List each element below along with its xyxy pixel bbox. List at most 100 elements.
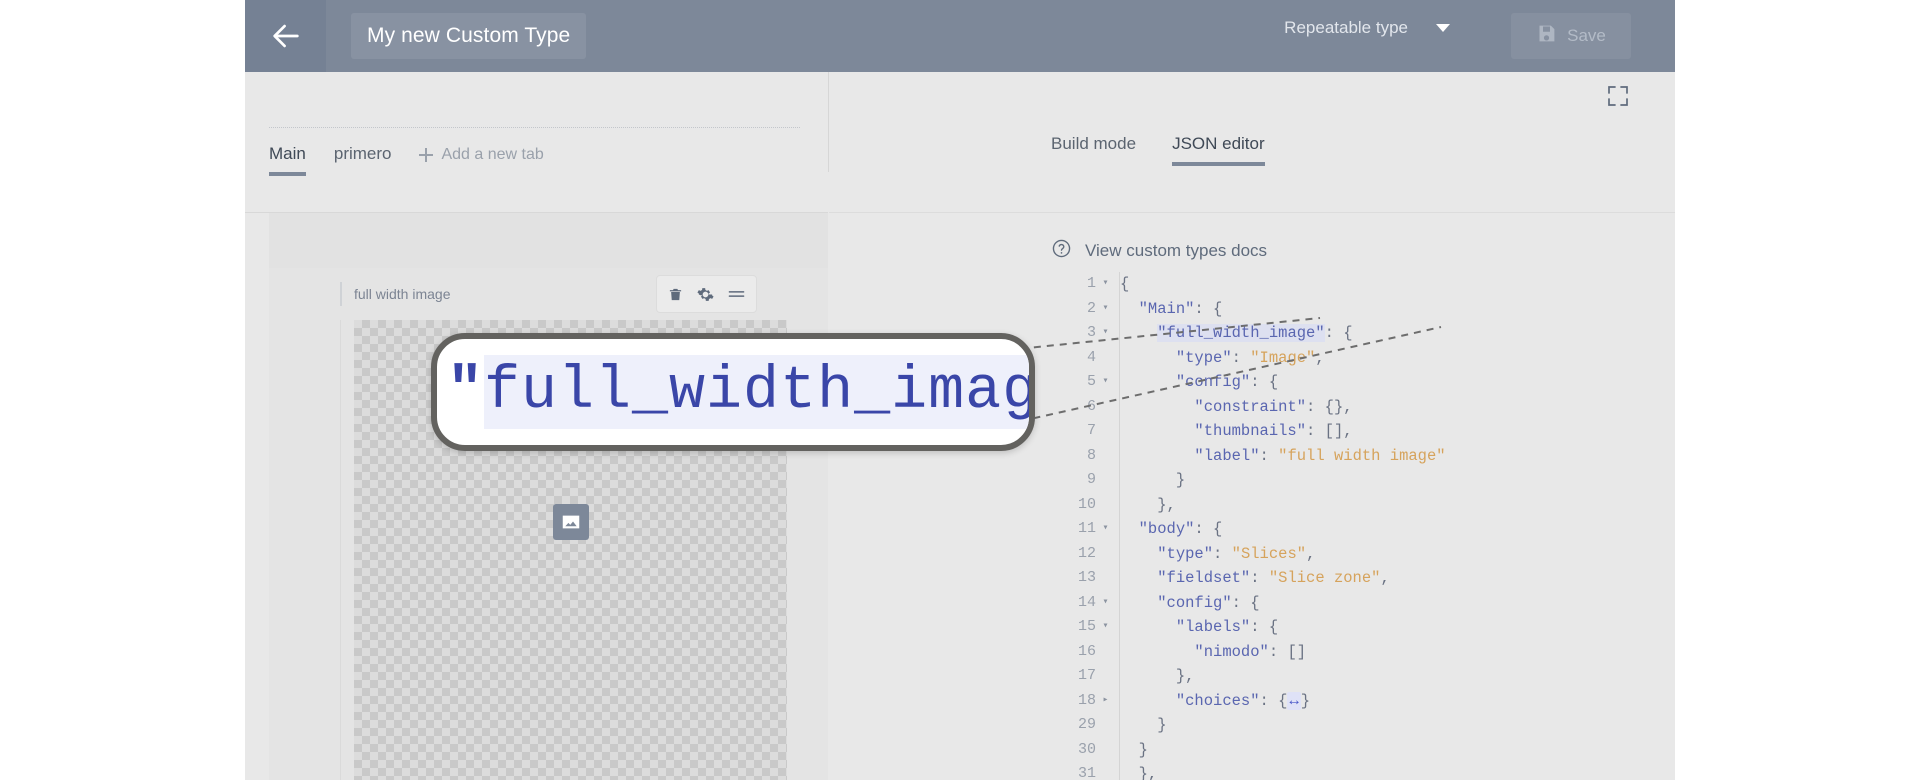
- save-disk-icon: [1536, 23, 1557, 49]
- code-token: : {: [1194, 520, 1222, 538]
- code-token: ↔: [1287, 692, 1300, 710]
- editor-code-line: },: [1120, 493, 1675, 518]
- editor-line-number: 8: [1051, 444, 1119, 469]
- editor-code-line: "nimodo": []: [1120, 640, 1675, 665]
- editor-line-number: 18▸: [1051, 689, 1119, 714]
- fold-expanded-icon[interactable]: ▾: [1099, 517, 1112, 542]
- fold-expanded-icon[interactable]: ▾: [1099, 272, 1112, 297]
- fold-expanded-icon[interactable]: ▾: [1099, 297, 1112, 322]
- code-token: },: [1139, 765, 1158, 780]
- arrow-left-icon: [269, 19, 303, 53]
- code-token: "fieldset": [1157, 569, 1250, 587]
- chevron-down-icon: [1436, 24, 1450, 32]
- code-token: {: [1120, 275, 1129, 293]
- field-label: full width image: [354, 286, 451, 302]
- code-token: "constraint": [1194, 398, 1306, 416]
- code-token: "labels": [1176, 618, 1250, 636]
- fold-collapsed-icon[interactable]: ▸: [1099, 689, 1112, 714]
- editor-code-line: },: [1120, 664, 1675, 689]
- code-token: : {: [1260, 692, 1288, 710]
- callout-field-name: full_width_image: [484, 355, 1035, 429]
- editor-code-line: "body": {: [1120, 517, 1675, 542]
- code-token: "label": [1194, 447, 1259, 465]
- editor-code-line: },: [1120, 762, 1675, 780]
- delete-icon[interactable]: [668, 286, 683, 303]
- back-button[interactable]: [245, 0, 326, 72]
- field-card-rail: [340, 320, 341, 780]
- view-docs-link[interactable]: View custom types docs: [1051, 238, 1267, 264]
- editor-line-number: 4: [1051, 346, 1119, 371]
- fullscreen-expand-icon[interactable]: [1606, 84, 1630, 113]
- code-token: "config": [1157, 594, 1231, 612]
- tab-build-mode[interactable]: Build mode: [1051, 134, 1136, 166]
- code-token: : {: [1232, 594, 1260, 612]
- field-accent-bar: [340, 282, 342, 306]
- right-tabs-underline: [829, 212, 1675, 213]
- editor-line-number: 2▾: [1051, 297, 1119, 322]
- magnifier-callout: "full_width_image": [431, 333, 1035, 451]
- editor-code-line: "constraint": {},: [1120, 395, 1675, 420]
- editor-code-line: "thumbnails": [],: [1120, 419, 1675, 444]
- code-token: },: [1176, 667, 1195, 685]
- editor-code-line: "choices": {↔}: [1120, 689, 1675, 714]
- field-preview-canvas: full width image: [269, 213, 828, 780]
- fold-expanded-icon[interactable]: ▾: [1099, 591, 1112, 616]
- editor-code-line: }: [1120, 713, 1675, 738]
- editor-line-number: 1▾: [1051, 272, 1119, 297]
- editor-code-line: "config": {: [1120, 370, 1675, 395]
- editor-line-number: 13: [1051, 566, 1119, 591]
- editor-code-line: "label": "full width image": [1120, 444, 1675, 469]
- editor-code-area[interactable]: { "Main": { "full_width_image": { "type"…: [1120, 272, 1675, 780]
- field-card-header: full width image: [269, 268, 828, 320]
- tab-json-editor[interactable]: JSON editor: [1172, 134, 1265, 166]
- editor-line-number: 12: [1051, 542, 1119, 567]
- editor-line-number: 31: [1051, 762, 1119, 780]
- json-code-editor[interactable]: 1▾2▾3▾45▾67891011▾121314▾15▾161718▸29303…: [1051, 272, 1675, 780]
- add-new-tab-button[interactable]: Add a new tab: [419, 146, 543, 176]
- save-button[interactable]: Save: [1511, 13, 1631, 59]
- code-token: :: [1250, 569, 1269, 587]
- fold-expanded-icon[interactable]: ▾: [1099, 321, 1112, 346]
- code-token: : [],: [1306, 422, 1353, 440]
- code-token: "type": [1157, 545, 1213, 563]
- drag-handle-icon[interactable]: [728, 288, 745, 300]
- right-tab-bar: Build mode JSON editor: [1051, 134, 1265, 166]
- editor-gutter: 1▾2▾3▾45▾67891011▾121314▾15▾161718▸29303…: [1051, 272, 1120, 780]
- view-docs-label: View custom types docs: [1085, 241, 1267, 261]
- tabs-dotted-rule: [269, 127, 800, 128]
- custom-type-title[interactable]: My new Custom Type: [351, 13, 586, 59]
- editor-line-number: 17: [1051, 664, 1119, 689]
- editor-line-number: 11▾: [1051, 517, 1119, 542]
- field-action-toolbar: [656, 275, 757, 313]
- code-token: ,: [1306, 545, 1315, 563]
- tab-main[interactable]: Main: [269, 144, 306, 176]
- code-token: ,: [1380, 569, 1389, 587]
- fold-expanded-icon[interactable]: ▾: [1099, 615, 1112, 640]
- save-label: Save: [1567, 26, 1606, 46]
- repeatable-type-dropdown[interactable]: Repeatable type: [1284, 18, 1450, 38]
- code-token: "type": [1176, 349, 1232, 367]
- fold-expanded-icon[interactable]: ▾: [1099, 370, 1112, 395]
- code-token: "full_width_image": [1157, 324, 1324, 342]
- code-token: "Image": [1250, 349, 1315, 367]
- code-token: }: [1301, 692, 1310, 710]
- app-root: My new Custom Type Repeatable type Save …: [245, 0, 1675, 780]
- editor-line-number: 10: [1051, 493, 1119, 518]
- editor-line-number: 7: [1051, 419, 1119, 444]
- code-token: }: [1157, 716, 1166, 734]
- editor-code-line: "fieldset": "Slice zone",: [1120, 566, 1675, 591]
- code-token: : []: [1269, 643, 1306, 661]
- repeatable-type-label: Repeatable type: [1284, 18, 1408, 38]
- gear-icon[interactable]: [697, 286, 714, 303]
- tab-primero[interactable]: primero: [334, 144, 392, 176]
- code-token: :: [1232, 349, 1251, 367]
- code-token: :: [1260, 447, 1279, 465]
- image-placeholder-icon: [553, 504, 589, 540]
- code-token: : {},: [1306, 398, 1353, 416]
- plus-icon: [419, 148, 433, 162]
- editor-line-number: 30: [1051, 738, 1119, 763]
- editor-line-number: 29: [1051, 713, 1119, 738]
- editor-code-line: }: [1120, 738, 1675, 763]
- callout-quote-open: ": [447, 358, 484, 426]
- code-token: :: [1213, 545, 1232, 563]
